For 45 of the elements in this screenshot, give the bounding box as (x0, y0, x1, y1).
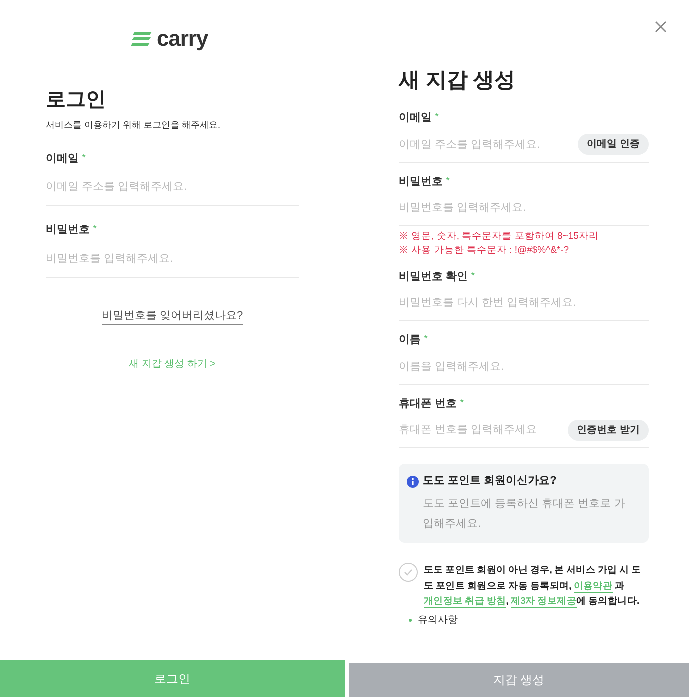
input-field[interactable]: 이메일 주소를 입력해주세요. (399, 132, 578, 157)
notice-heading: 유의사항 (418, 614, 458, 628)
page-title: 로그인 (46, 88, 107, 113)
page-title: 새 지갑 생성 (399, 68, 517, 94)
info-text: 도도 포인트에 등록하신 휴대폰 번호로 가입해주세요. (422, 496, 626, 532)
login-button[interactable]: 로그인 (0, 660, 345, 697)
field-label: 휴대폰 번호 (399, 396, 458, 412)
terms-link[interactable]: 제3자 정보제공 (510, 596, 576, 608)
forgot-password-link[interactable]: 비밀번호를 잊어버리셨나요? (102, 308, 244, 325)
verify-button[interactable]: 이메일 인증 (578, 134, 649, 156)
password-rule: ※ 영문, 숫자, 특수문자를 포함하여 8~15자리 (399, 230, 600, 244)
input-field[interactable]: 비밀번호를 다시 한번 입력해주세요. (399, 291, 649, 316)
field-label: 이메일 (46, 152, 79, 166)
info-icon (407, 476, 419, 488)
required-mark: * (435, 111, 439, 126)
check-icon (404, 569, 413, 576)
required-mark: * (460, 396, 464, 411)
terms-link[interactable]: 개인정보 취급 방침 (424, 596, 506, 608)
field-label: 비밀번호 확인 (399, 270, 468, 285)
input-field[interactable]: 이름을 입력해주세요. (399, 354, 649, 379)
logo-text: carry (156, 28, 208, 50)
close-icon[interactable] (655, 21, 667, 33)
logo-icon (130, 31, 153, 47)
required-mark: * (93, 223, 97, 237)
required-mark: * (446, 174, 450, 189)
agreement-text: 도도 포인트 회원이 아닌 경우, 본 서비스 가입 시 도도 포인트 회원으로 자동 등록되며, 이용약관 과 개인정보 취급 방침, 제3자 정보제공에 동의합니다. (424, 564, 642, 609)
agree-checkbox[interactable] (399, 563, 418, 582)
verify-button[interactable]: 인증번호 받기 (568, 420, 649, 441)
input-field[interactable]: 비밀번호를 입력해주세요. (46, 246, 299, 270)
input-field[interactable]: 이메일 주소를 입력해주세요. (46, 175, 299, 199)
required-mark: * (424, 333, 428, 348)
bullet-icon (409, 618, 412, 622)
field-label: 비밀번호 (46, 223, 90, 238)
field-label: 비밀번호 (399, 174, 443, 190)
required-mark: * (471, 270, 475, 284)
password-rule: ※ 사용 가능한 특수문자 : !@#$%^&*-? (399, 244, 570, 258)
terms-link[interactable]: 이용약관 (574, 580, 613, 593)
required-mark: * (82, 152, 86, 166)
input-field[interactable]: 휴대폰 번호를 입력해주세요 (399, 418, 568, 442)
create-wallet-link[interactable]: 새 지갑 생성 하기 > (129, 357, 216, 372)
info-title: 도도 포인트 회원이신가요? (423, 474, 557, 490)
input-field[interactable]: 비밀번호를 입력해주세요. (399, 196, 649, 220)
field-label: 이메일 (399, 111, 432, 126)
subtitle: 서비스를 이용하기 위해 로그인을 해주세요. (46, 119, 222, 132)
field-label: 이름 (399, 333, 421, 348)
